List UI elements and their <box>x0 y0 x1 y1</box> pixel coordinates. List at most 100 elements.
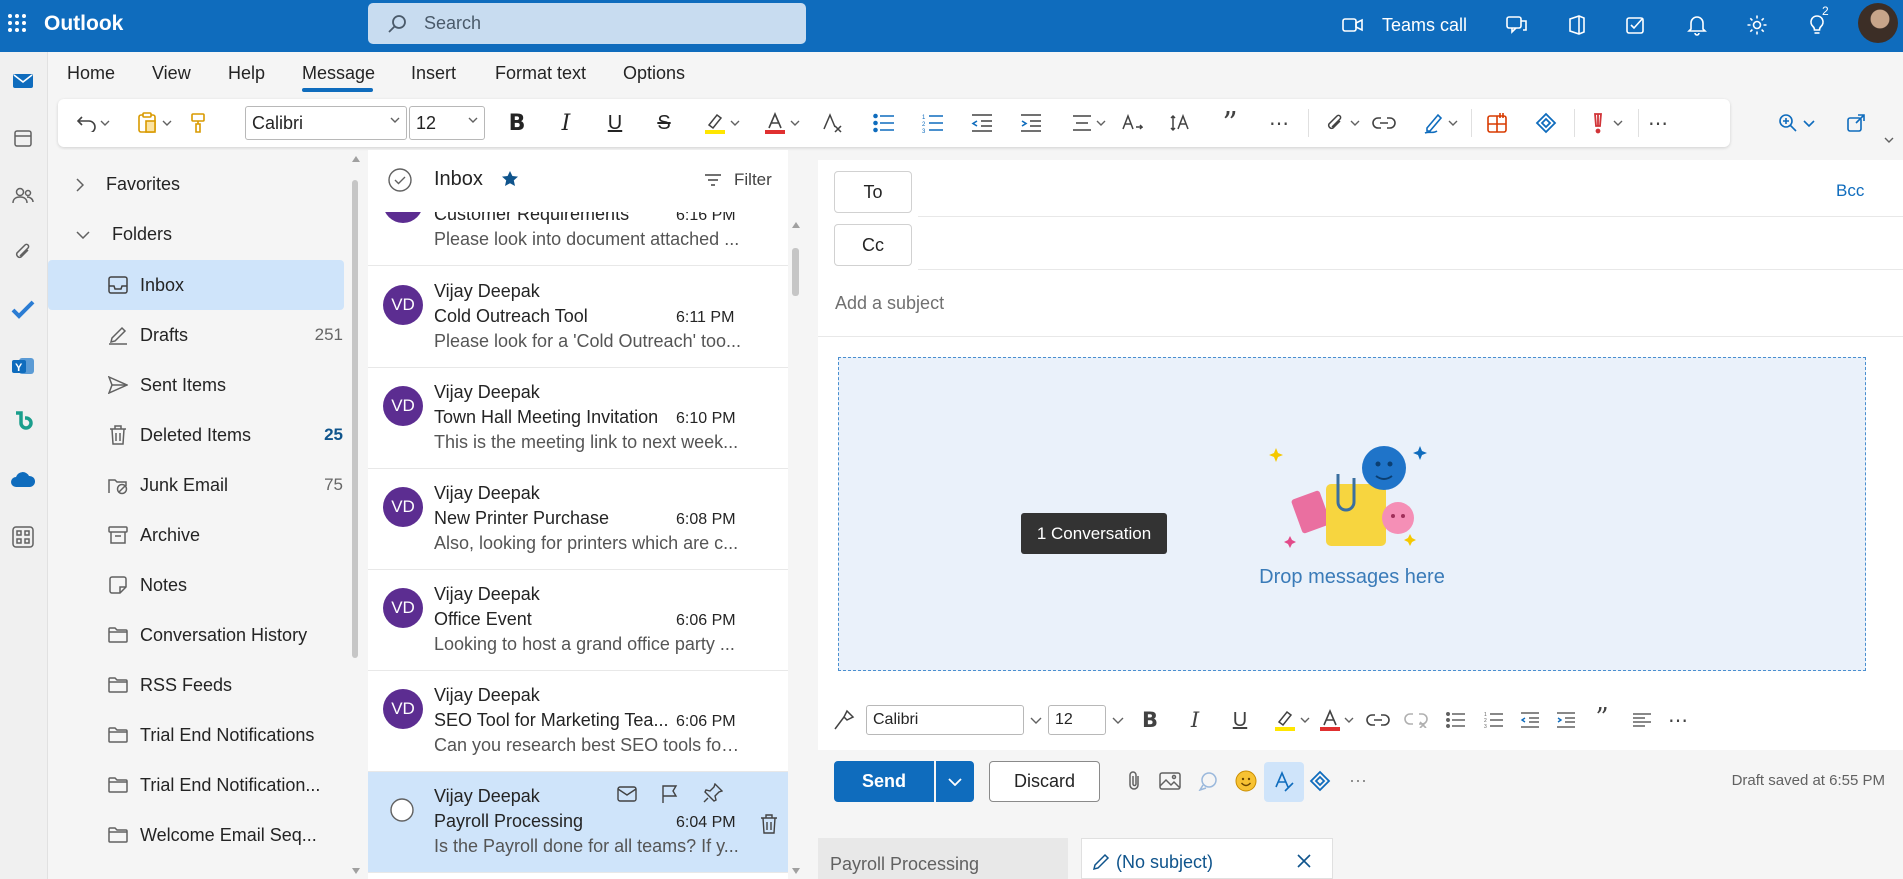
folder-rss-feeds[interactable]: RSS Feeds <box>48 660 343 710</box>
font-color-icon[interactable] <box>763 111 787 135</box>
scroll-down-icon[interactable] <box>352 868 360 874</box>
increase-indent-icon[interactable] <box>1554 708 1578 732</box>
pin-icon[interactable] <box>703 783 723 803</box>
bookings-icon[interactable] <box>4 404 42 442</box>
chevron-down-icon[interactable] <box>1611 111 1625 135</box>
loop-icon[interactable] <box>1534 111 1558 135</box>
chevron-down-icon[interactable] <box>1110 708 1126 732</box>
clear-formatting-icon[interactable] <box>821 111 845 135</box>
chevron-down-icon[interactable] <box>1028 708 1044 732</box>
signature-icon[interactable] <box>1422 111 1446 135</box>
search-input[interactable]: Search <box>368 3 806 44</box>
font-size-select[interactable]: 12 <box>409 106 485 140</box>
format-painter-icon[interactable] <box>186 111 210 135</box>
list-item[interactable]: VD Vijay Deepak Town Hall Meeting Invita… <box>368 368 788 469</box>
scroll-down-icon[interactable] <box>792 868 800 874</box>
mail-icon[interactable] <box>4 62 42 100</box>
link-icon[interactable] <box>1366 708 1390 732</box>
send-options-button[interactable] <box>936 761 974 802</box>
underline-icon[interactable]: U <box>603 111 627 135</box>
folder-deleted-items[interactable]: Deleted Items 25 <box>48 410 343 460</box>
favorites-group[interactable]: Favorites <box>76 174 180 195</box>
folder-trial-end-notification-2[interactable]: Trial End Notification... <box>48 760 343 810</box>
more-options-icon[interactable]: ⋯ <box>1646 111 1670 135</box>
folder-trial-end-notifications[interactable]: Trial End Notifications <box>48 710 343 760</box>
calendar-icon[interactable] <box>4 119 42 157</box>
yammer-icon[interactable]: Y <box>4 347 42 385</box>
font-family-select[interactable]: Calibri <box>245 106 407 140</box>
folder-junk-email[interactable]: Junk Email 75 <box>48 460 343 510</box>
teams-call-button[interactable]: Teams call <box>1342 8 1467 42</box>
unlink-icon[interactable] <box>1404 708 1428 732</box>
spacing-icon[interactable] <box>1169 111 1193 135</box>
drop-zone[interactable]: Drop messages here <box>838 357 1866 671</box>
folder-scrollbar[interactable] <box>352 180 358 658</box>
numbering-icon[interactable]: 123 <box>921 111 945 135</box>
teams-chat-icon[interactable] <box>1502 10 1532 40</box>
list-item[interactable]: VD Vijay Deepak New Printer Purchase 6:0… <box>368 469 788 570</box>
bold-icon[interactable]: B <box>505 111 529 136</box>
todo-check-icon[interactable] <box>4 290 42 328</box>
folder-sent-items[interactable]: Sent Items <box>48 360 343 410</box>
user-avatar[interactable] <box>1858 3 1898 43</box>
chevron-down-icon[interactable] <box>1342 708 1356 732</box>
bullets-icon[interactable] <box>1444 708 1468 732</box>
text-direction-icon[interactable] <box>1120 111 1144 135</box>
editor-icon[interactable] <box>1264 762 1304 802</box>
app-launcher-icon[interactable] <box>4 6 30 40</box>
gear-icon[interactable] <box>1742 10 1772 40</box>
list-item-selected[interactable]: Vijay Deepak Payroll Processing 6:04 PM … <box>368 772 788 873</box>
chevron-down-icon[interactable] <box>1348 111 1362 135</box>
strikethrough-icon[interactable]: S <box>652 111 676 135</box>
bullets-icon[interactable] <box>872 111 896 135</box>
numbering-icon[interactable]: 123 <box>1482 708 1506 732</box>
todo-icon[interactable] <box>1622 10 1652 40</box>
star-icon[interactable] <box>501 170 519 188</box>
tab-payroll-processing[interactable]: Payroll Processing <box>818 838 1068 879</box>
select-checkbox-icon[interactable] <box>389 797 415 823</box>
attachment-icon[interactable] <box>4 233 42 271</box>
more-options-icon[interactable]: ⋯ <box>1267 111 1291 135</box>
loop-icon[interactable] <box>1308 769 1332 793</box>
list-item[interactable]: VD Customer Requirements 6:16 PM Please … <box>368 212 788 266</box>
apps-icon[interactable] <box>1485 111 1509 135</box>
font-size-select[interactable]: 12 <box>1048 705 1106 735</box>
link-icon[interactable] <box>1372 111 1396 135</box>
list-item[interactable]: VD Vijay Deepak Cold Outreach Tool 6:11 … <box>368 267 788 368</box>
importance-icon[interactable] <box>1586 111 1610 135</box>
close-icon[interactable] <box>1296 853 1312 869</box>
list-item[interactable]: VD Vijay Deepak Office Event 6:06 PM Loo… <box>368 570 788 671</box>
chevron-down-icon[interactable] <box>1094 111 1108 135</box>
tab-help[interactable]: Help <box>228 63 265 84</box>
font-family-select[interactable]: Calibri <box>866 705 1024 735</box>
chevron-down-icon[interactable] <box>98 111 112 135</box>
onedrive-icon[interactable] <box>4 461 42 499</box>
paste-icon[interactable] <box>135 111 159 135</box>
chevron-down-icon[interactable] <box>1882 128 1896 152</box>
select-all-icon[interactable] <box>387 167 413 193</box>
chevron-down-icon[interactable] <box>788 111 802 135</box>
flag-icon[interactable] <box>661 784 679 804</box>
attach-file-icon[interactable] <box>1122 769 1146 793</box>
chevron-down-icon[interactable] <box>1802 111 1816 135</box>
folder-inbox[interactable]: Inbox <box>48 260 344 310</box>
tab-message[interactable]: Message <box>302 63 375 84</box>
chevron-down-icon[interactable] <box>160 111 174 135</box>
align-icon[interactable] <box>1630 708 1654 732</box>
people-icon[interactable] <box>4 176 42 214</box>
chat-icon[interactable] <box>1196 769 1220 793</box>
more-options-icon[interactable]: ⋯ <box>1666 708 1690 732</box>
quote-icon[interactable]: ” <box>1218 106 1242 141</box>
chevron-down-icon[interactable] <box>1446 111 1460 135</box>
delete-icon[interactable] <box>760 814 778 834</box>
underline-icon[interactable]: U <box>1228 708 1252 732</box>
scroll-up-icon[interactable] <box>792 222 800 228</box>
highlight-icon[interactable] <box>1273 708 1297 732</box>
decrease-indent-icon[interactable] <box>970 111 994 135</box>
font-color-icon[interactable] <box>1318 708 1342 732</box>
format-painter-icon[interactable] <box>832 708 856 732</box>
send-button[interactable]: Send <box>834 761 934 802</box>
filter-button[interactable]: Filter <box>704 170 772 190</box>
zoom-icon[interactable] <box>1776 111 1800 135</box>
insert-picture-icon[interactable] <box>1158 769 1182 793</box>
